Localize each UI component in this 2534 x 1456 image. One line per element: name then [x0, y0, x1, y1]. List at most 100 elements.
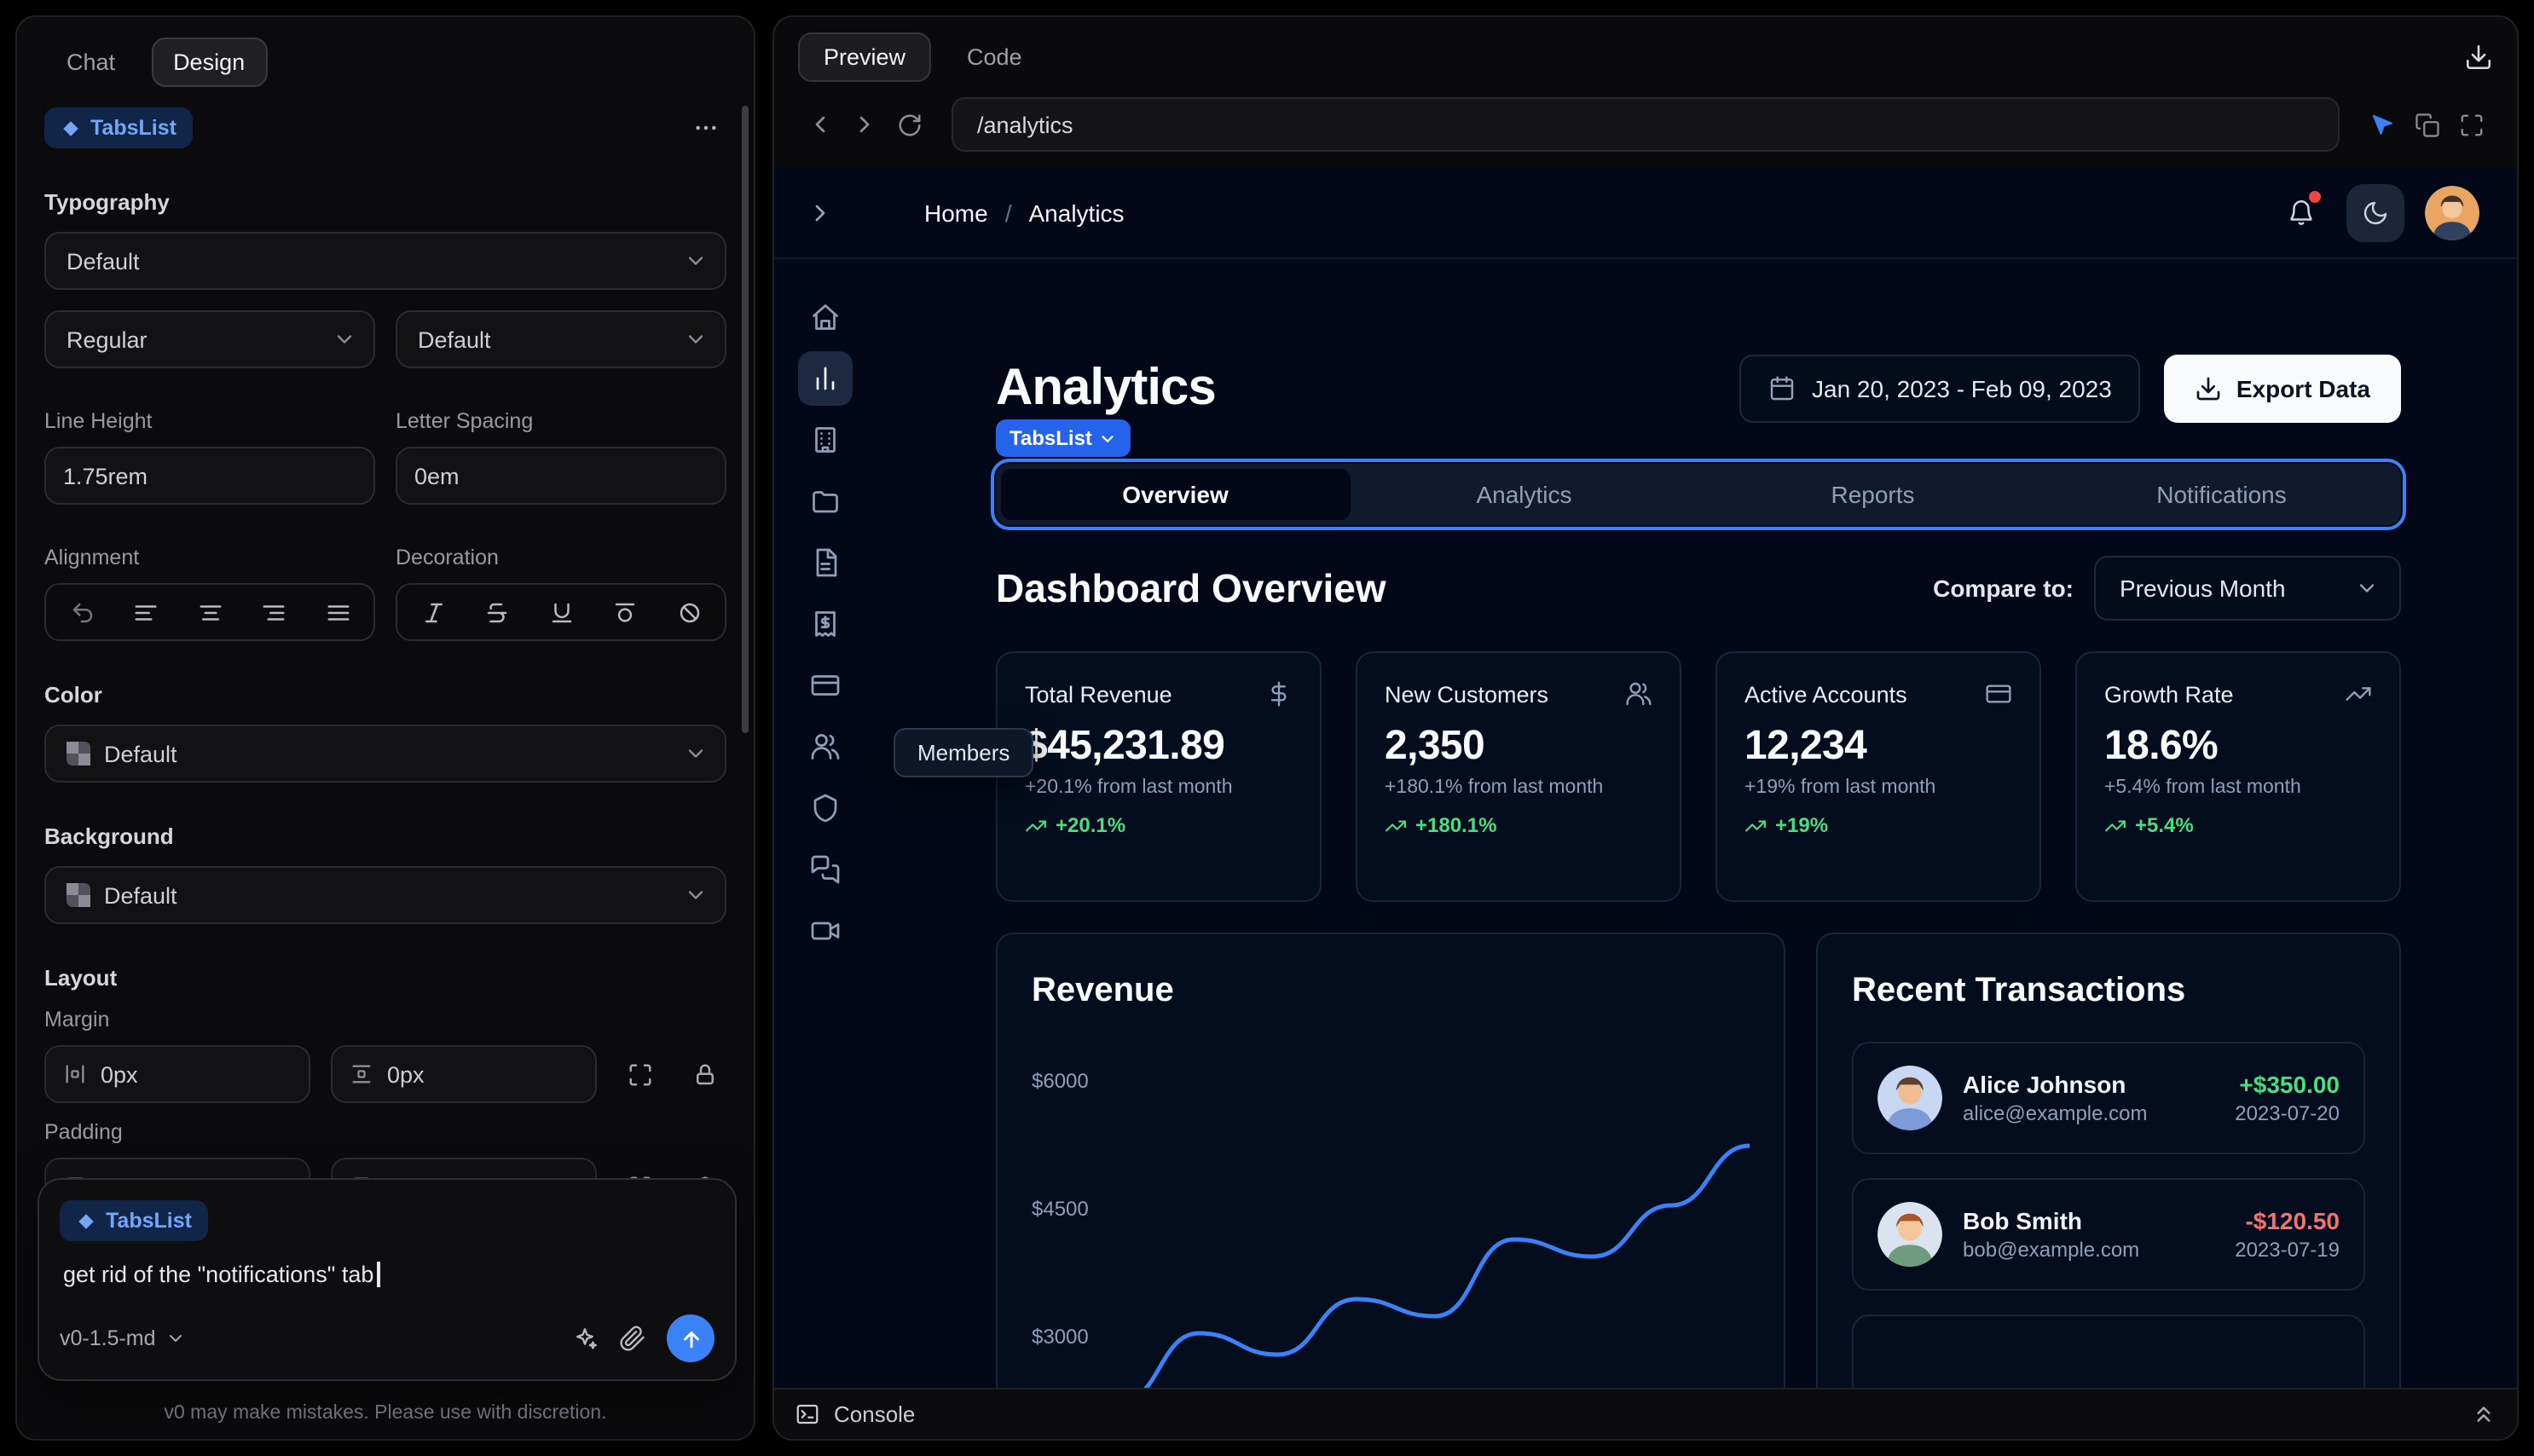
sidebar-item-documents[interactable] — [798, 535, 853, 590]
arrow-up-icon — [683, 1331, 698, 1348]
transactions-title: Recent Transactions — [1852, 972, 2186, 1009]
model-selector[interactable]: v0-1.5-md — [60, 1326, 187, 1350]
sidebar-item-organization[interactable] — [798, 413, 853, 467]
page-title: Analytics — [996, 360, 1217, 416]
background-select[interactable]: Default — [44, 866, 726, 924]
panel-tabs: Chat Design — [44, 38, 726, 87]
sidebar-item-analytics[interactable] — [798, 351, 853, 406]
margin-x-input[interactable]: 0px — [44, 1045, 310, 1103]
stat-trend-value: +5.4% — [2135, 813, 2194, 837]
expand-margin-button[interactable] — [617, 1052, 662, 1096]
selection-badge[interactable]: TabsList — [996, 419, 1131, 457]
selected-element-chip[interactable]: TabsList — [44, 107, 194, 148]
user-avatar[interactable] — [2425, 185, 2479, 240]
chevron-down-icon — [688, 257, 703, 265]
align-justify-button[interactable] — [314, 588, 362, 636]
enhance-prompt-button[interactable] — [571, 1325, 599, 1352]
sidebar-item-security[interactable] — [798, 781, 853, 835]
file-text-icon — [816, 548, 837, 577]
panel-scrollbar[interactable] — [742, 106, 749, 733]
typography-section-label: Typography — [44, 189, 170, 215]
inspect-button[interactable] — [2360, 102, 2404, 147]
reset-alignment-button[interactable] — [58, 588, 106, 636]
composer-element-chip[interactable]: TabsList — [60, 1200, 209, 1241]
console-label: Console — [834, 1401, 916, 1427]
refresh-button[interactable] — [887, 102, 931, 147]
sidebar-item-invoices[interactable] — [798, 597, 853, 651]
line-height-input[interactable]: 1.75rem — [44, 447, 375, 505]
sidebar-item-video[interactable] — [798, 904, 853, 958]
reset-icon — [72, 602, 92, 622]
notifications-button[interactable] — [2275, 187, 2326, 238]
clear-decoration-button[interactable] — [665, 588, 713, 636]
url-input[interactable] — [952, 97, 2340, 152]
avatar-image — [1877, 1066, 1943, 1130]
transaction-email: alice@example.com — [1963, 1101, 2148, 1125]
transaction-row[interactable]: Bob Smith bob@example.com -$120.50 2023-… — [1852, 1178, 2365, 1291]
tab-chat[interactable]: Chat — [44, 38, 137, 87]
send-button[interactable] — [667, 1314, 714, 1362]
align-left-button[interactable] — [122, 588, 170, 636]
align-right-button[interactable] — [250, 588, 298, 636]
transaction-name: Alice Johnson — [1963, 1071, 2126, 1098]
alignment-label: Alignment — [44, 546, 140, 569]
compare-select[interactable]: Previous Month — [2094, 556, 2401, 621]
font-weight-select[interactable]: Regular — [44, 310, 375, 368]
prompt-text: get rid of the "notifications" tab — [63, 1262, 374, 1287]
attach-file-button[interactable] — [619, 1325, 646, 1352]
tab-notifications[interactable]: Notifications — [2047, 469, 2396, 520]
line-height-label: Line Height — [44, 409, 153, 433]
console-bar[interactable]: Console — [774, 1388, 2517, 1439]
sidebar-item-home[interactable] — [798, 290, 853, 344]
line-height-value: 1.75rem — [63, 463, 148, 488]
font-size-select[interactable]: Default — [396, 310, 726, 368]
tab-code[interactable]: Code — [941, 32, 1048, 81]
sidebar-item-members[interactable] — [798, 719, 853, 774]
breadcrumb-home[interactable]: Home — [924, 199, 988, 226]
margin-y-input[interactable]: 0px — [331, 1045, 597, 1103]
align-center-button[interactable] — [186, 588, 234, 636]
forward-button[interactable] — [842, 102, 887, 147]
sidebar-item-projects[interactable] — [798, 474, 853, 529]
date-range-picker[interactable]: Jan 20, 2023 - Feb 09, 2023 — [1739, 355, 2141, 423]
margin-y-icon — [352, 1065, 371, 1083]
strikethrough-button[interactable] — [473, 588, 521, 636]
tab-analytics[interactable]: Analytics — [1350, 469, 1698, 520]
selected-element-label: TabsList — [90, 116, 176, 140]
chevron-down-icon — [337, 335, 352, 344]
align-justify-icon — [327, 604, 349, 620]
app-header: Home / Analytics — [774, 167, 2517, 259]
lock-margin-button[interactable] — [682, 1052, 726, 1096]
letter-spacing-input[interactable]: 0em — [396, 447, 726, 505]
download-button[interactable] — [2464, 42, 2493, 71]
diamond-icon — [78, 1213, 94, 1228]
color-select[interactable]: Default — [44, 725, 726, 783]
font-family-select[interactable]: Default — [44, 232, 726, 290]
underline-button[interactable] — [537, 588, 585, 636]
tab-overview[interactable]: Overview — [1001, 469, 1350, 520]
tab-reports[interactable]: Reports — [1698, 469, 2047, 520]
sidebar-toggle-button[interactable] — [798, 190, 842, 234]
back-button[interactable] — [798, 102, 842, 147]
tab-design[interactable]: Design — [151, 38, 268, 87]
revenue-chart: $6000 $4500 $3000 — [1032, 1035, 1750, 1388]
theme-toggle-button[interactable] — [2346, 183, 2404, 241]
copy-button[interactable] — [2404, 102, 2449, 147]
transaction-email: bob@example.com — [1963, 1238, 2140, 1262]
sidebar-item-messages[interactable] — [798, 842, 853, 897]
overline-button[interactable] — [601, 588, 649, 636]
export-data-button[interactable]: Export Data — [2164, 355, 2401, 423]
stat-value: 12,234 — [1744, 723, 1867, 769]
sidebar-item-payments[interactable] — [798, 658, 853, 713]
transaction-row[interactable] — [1852, 1314, 2365, 1388]
home-icon — [813, 304, 838, 330]
italic-button[interactable] — [409, 588, 457, 636]
more-options-button[interactable] — [686, 107, 726, 148]
tab-preview[interactable]: Preview — [798, 32, 932, 81]
fullscreen-button[interactable] — [2449, 102, 2493, 147]
prompt-input[interactable]: get rid of the "notifications" tab — [63, 1262, 711, 1287]
console-expand-button[interactable] — [2471, 1401, 2496, 1427]
compare-label: Compare to: — [1933, 575, 2074, 602]
transaction-row[interactable]: Alice Johnson alice@example.com +$350.00… — [1852, 1042, 2365, 1154]
color-section-label: Color — [44, 682, 102, 708]
